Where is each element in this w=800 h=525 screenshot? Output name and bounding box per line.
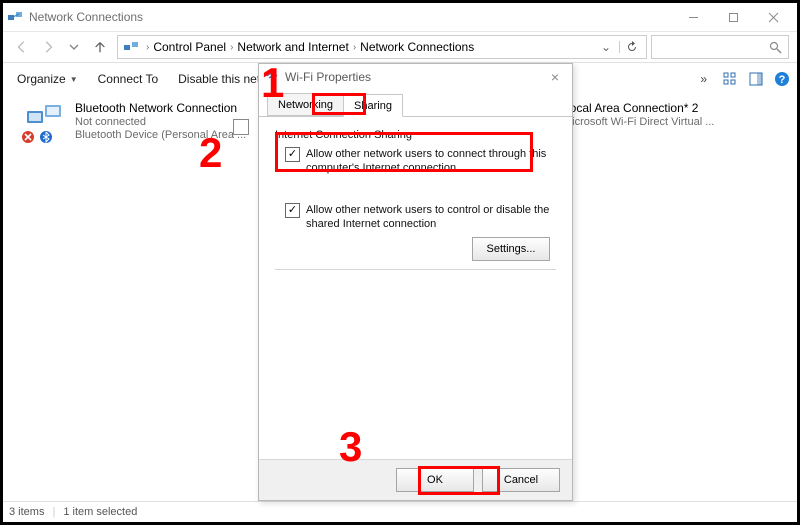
wifi-properties-dialog: Wi-Fi Properties × Networking Sharing In… bbox=[258, 63, 573, 501]
tab-networking[interactable]: Networking bbox=[267, 93, 344, 116]
dialog-tabs: Networking Sharing bbox=[259, 92, 572, 117]
wifi-icon bbox=[265, 70, 279, 84]
crumb-network-connections[interactable]: Network Connections bbox=[360, 40, 474, 54]
breadcrumb-dropdown[interactable]: ⌄ bbox=[593, 40, 619, 54]
forward-button[interactable] bbox=[35, 34, 61, 60]
cancel-button[interactable]: Cancel bbox=[482, 468, 560, 492]
bluetooth-icon bbox=[39, 130, 53, 144]
status-item-count: 3 items bbox=[9, 506, 44, 518]
network-adapter-icon bbox=[25, 101, 63, 131]
chevron-down-icon: ▼ bbox=[70, 75, 78, 84]
settings-button[interactable]: Settings... bbox=[472, 237, 550, 261]
chevron-right-icon: › bbox=[230, 42, 233, 53]
connection-name: Local Area Connection* 2 bbox=[563, 101, 714, 115]
search-icon bbox=[769, 41, 782, 54]
connection-name: Bluetooth Network Connection bbox=[75, 101, 246, 115]
connection-item-bluetooth[interactable]: Bluetooth Network Connection Not connect… bbox=[25, 101, 246, 141]
connection-device: Microsoft Wi-Fi Direct Virtual ... bbox=[563, 116, 714, 128]
breadcrumb[interactable]: › Control Panel › Network and Internet ›… bbox=[117, 35, 647, 59]
app-icon bbox=[7, 9, 23, 25]
history-dropdown[interactable] bbox=[61, 34, 87, 60]
back-button[interactable] bbox=[9, 34, 35, 60]
control-panel-icon bbox=[123, 39, 139, 55]
connection-item-lan[interactable]: Local Area Connection* 2 Microsoft Wi-Fi… bbox=[563, 101, 714, 128]
checkbox-allow-control[interactable] bbox=[285, 203, 300, 218]
maximize-button[interactable] bbox=[713, 4, 753, 30]
connection-status: Not connected bbox=[75, 116, 246, 128]
checkbox-allow-connect[interactable] bbox=[285, 147, 300, 162]
chevron-right-icon: › bbox=[146, 42, 149, 53]
ok-button[interactable]: OK bbox=[396, 468, 474, 492]
search-input[interactable] bbox=[651, 35, 789, 59]
dialog-close-button[interactable]: × bbox=[544, 69, 566, 85]
minimize-button[interactable] bbox=[673, 4, 713, 30]
svg-text:?: ? bbox=[779, 74, 786, 86]
option-allow-control-label: Allow other network users to control or … bbox=[306, 203, 556, 231]
toolbar-overflow[interactable]: » bbox=[692, 72, 715, 86]
organize-menu[interactable]: Organize▼ bbox=[7, 63, 88, 95]
refresh-button[interactable] bbox=[619, 41, 644, 53]
preview-pane-button[interactable] bbox=[745, 68, 767, 90]
close-button[interactable] bbox=[753, 4, 793, 30]
connect-to-button[interactable]: Connect To bbox=[88, 63, 169, 95]
status-selection-count: 1 item selected bbox=[63, 506, 137, 518]
help-button[interactable]: ? bbox=[771, 68, 793, 90]
option-allow-control[interactable]: Allow other network users to control or … bbox=[285, 203, 556, 231]
tab-sharing[interactable]: Sharing bbox=[343, 94, 403, 117]
item-selected-checkbox[interactable] bbox=[233, 119, 249, 135]
group-ics-title: Internet Connection Sharing bbox=[275, 129, 556, 141]
up-button[interactable] bbox=[87, 34, 113, 60]
option-allow-connect-label: Allow other network users to connect thr… bbox=[306, 147, 556, 175]
view-icons-button[interactable] bbox=[719, 68, 741, 90]
status-bar: 3 items | 1 item selected bbox=[3, 501, 797, 522]
dialog-title: Wi-Fi Properties bbox=[285, 70, 544, 84]
crumb-network-internet[interactable]: Network and Internet bbox=[237, 40, 348, 54]
disconnected-x-icon bbox=[21, 130, 35, 144]
chevron-right-icon: › bbox=[353, 42, 356, 53]
option-allow-connect[interactable]: Allow other network users to connect thr… bbox=[285, 147, 556, 175]
window-title: Network Connections bbox=[29, 10, 673, 24]
connection-device: Bluetooth Device (Personal Area ... bbox=[75, 129, 246, 141]
divider bbox=[275, 269, 556, 270]
crumb-control-panel[interactable]: Control Panel bbox=[153, 40, 226, 54]
